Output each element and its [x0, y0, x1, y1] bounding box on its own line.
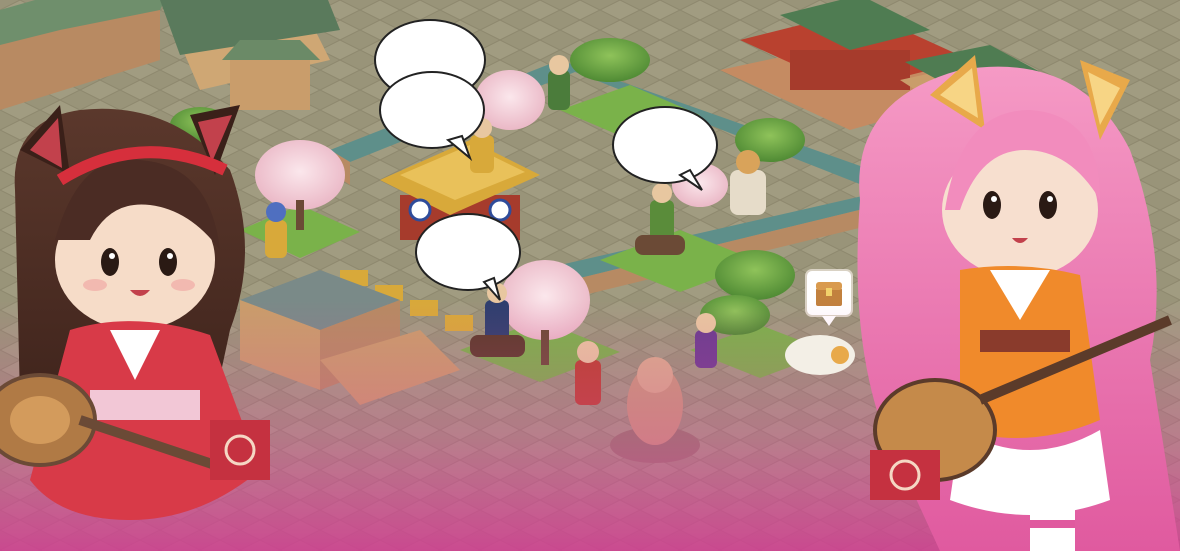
white-companion-pet: [785, 335, 855, 375]
game-scene: [0, 0, 1180, 551]
hero-green-general: [548, 55, 570, 110]
game-world-canvas: [0, 0, 1180, 551]
hero-blue-hair-warrior: [265, 202, 287, 258]
